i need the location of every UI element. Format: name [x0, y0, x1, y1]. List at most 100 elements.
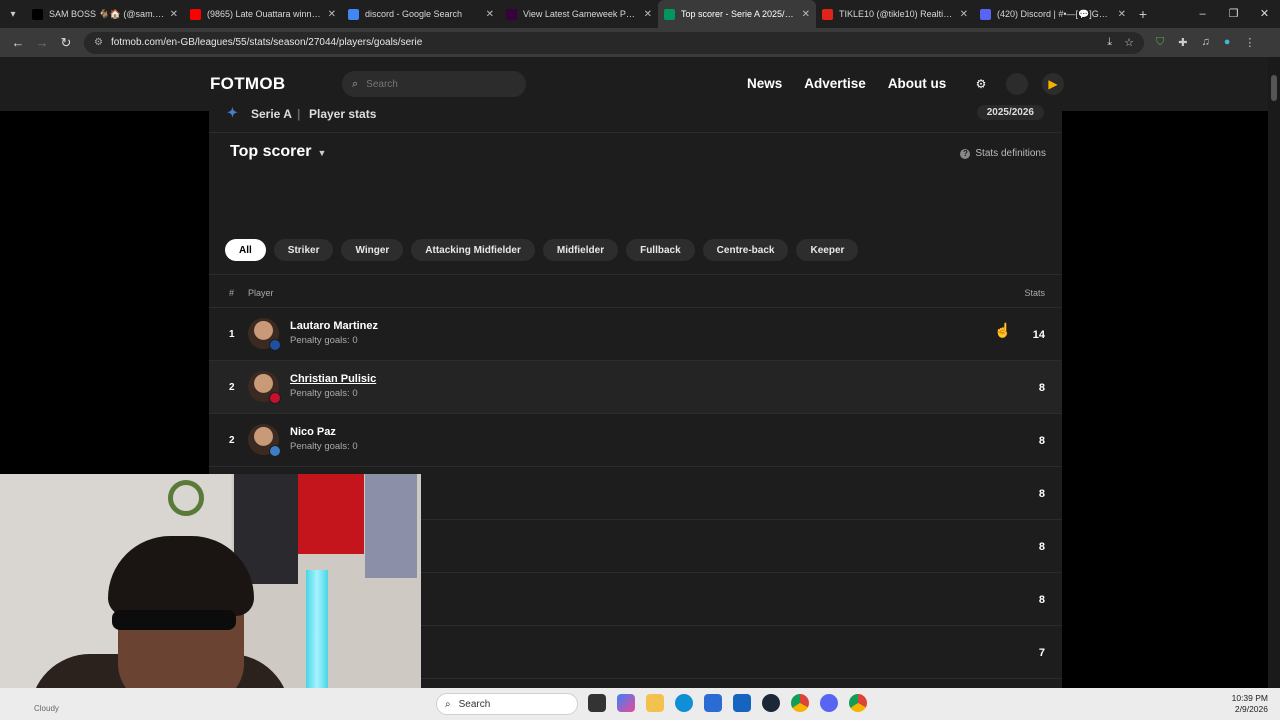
season-selector[interactable]: 2025/2026	[976, 105, 1044, 120]
nav-about-us[interactable]: About us	[888, 76, 947, 91]
system-clock[interactable]: 10:39 PM 2/9/2026	[1232, 693, 1268, 715]
tab-close-icon[interactable]: ✕	[1118, 9, 1126, 20]
browser-tab[interactable]: View Latest Gameweek Points ✕	[500, 0, 658, 28]
header-player: Player	[248, 288, 274, 298]
bookmark-star-icon[interactable]: ☆	[1124, 36, 1134, 49]
forward-icon[interactable]: →	[30, 31, 54, 55]
address-bar[interactable]: ⚙ fotmob.com/en-GB/leagues/55/stats/seas…	[84, 31, 1144, 54]
player-name-link[interactable]: Christian Pulisic	[290, 373, 376, 385]
file-explorer-icon[interactable]	[646, 694, 664, 712]
minimize-icon[interactable]: –	[1187, 0, 1218, 28]
url-text: fotmob.com/en-GB/leagues/55/stats/season…	[110, 37, 423, 48]
webcam-wreath	[168, 480, 204, 516]
steam-icon[interactable]	[762, 694, 780, 712]
page-scrollbar[interactable]	[1268, 57, 1280, 688]
tab-close-icon[interactable]: ✕	[486, 9, 494, 20]
browser-tab[interactable]: SAM BOSS 🐐🏠 (@sam.boss ✕	[26, 0, 184, 28]
tab-close-icon[interactable]: ✕	[644, 9, 652, 20]
site-info-icon[interactable]: ⚙	[94, 37, 103, 48]
apple-app-icon[interactable]	[1006, 73, 1028, 95]
site-header: FOTMOB ⌕ News Advertise About us ⚙ ▶	[0, 57, 1268, 111]
stat-value: 8	[1038, 435, 1045, 447]
fotmob-logo[interactable]: FOTMOB	[210, 74, 285, 94]
tab-close-icon[interactable]: ✕	[960, 9, 968, 20]
tab-favicon-icon	[506, 8, 517, 20]
filter-chip[interactable]: Midfielder	[542, 239, 619, 261]
nav-advertise[interactable]: Advertise	[804, 76, 866, 91]
discord-app-icon[interactable]	[820, 694, 838, 712]
header-stats: Stats	[1024, 288, 1045, 298]
site-search[interactable]: ⌕	[342, 71, 526, 97]
filter-chip[interactable]: All	[225, 239, 266, 261]
store-icon[interactable]	[704, 694, 722, 712]
player-name-link[interactable]: Nico Paz	[290, 426, 336, 438]
club-badge-icon	[269, 392, 281, 404]
chrome-icon[interactable]	[791, 694, 809, 712]
tab-favicon-icon	[190, 8, 201, 20]
google-play-icon[interactable]: ▶	[1042, 73, 1064, 95]
tab-close-icon[interactable]: ✕	[802, 9, 810, 20]
tab-title: (420) Discord | #•—[💬]GENE	[997, 8, 1114, 19]
browser-menu-icon[interactable]: ⋮	[1244, 36, 1255, 49]
nav-news[interactable]: News	[747, 76, 782, 91]
taskbar-search-icon: ⌕	[445, 698, 451, 710]
tab-favicon-icon	[822, 8, 833, 20]
browser-tab[interactable]: (420) Discord | #•—[💬]GENE ✕	[974, 0, 1132, 28]
weather-label[interactable]: Cloudy	[34, 704, 59, 713]
tab-list: SAM BOSS 🐐🏠 (@sam.boss ✕ (9865) Late Ouatt…	[26, 0, 1132, 28]
scrollbar-thumb[interactable]	[1271, 75, 1277, 101]
filter-chip[interactable]: Attacking Midfielder	[411, 239, 535, 261]
window-controls: – ❐ ✕	[1187, 0, 1280, 28]
browser-tab[interactable]: (9865) Late Ouattara winner fo ✕	[184, 0, 342, 28]
breadcrumb-separator: |	[297, 107, 301, 121]
close-window-icon[interactable]: ✕	[1249, 0, 1280, 28]
player-name-link[interactable]: Lautaro Martinez	[290, 320, 378, 332]
outlook-icon[interactable]	[733, 694, 751, 712]
position-filters: All Striker Winger Attacking Midfielder Midf…	[225, 239, 859, 261]
table-row[interactable]: 1 Lautaro Martinez Penalty goals: 0 14	[209, 307, 1062, 360]
tab-close-icon[interactable]: ✕	[328, 9, 336, 20]
browser-tab[interactable]: discord - Google Search ✕	[342, 0, 500, 28]
mouse-cursor-icon: ☝	[994, 322, 1012, 338]
header-rank: #	[229, 288, 235, 298]
filter-chip[interactable]: Fullback	[626, 239, 695, 261]
new-tab-button[interactable]: +	[1132, 6, 1154, 22]
install-app-icon[interactable]: ⤓	[1107, 36, 1112, 49]
table-row[interactable]: 2 Christian Pulisic Penalty goals: 0 8	[209, 360, 1062, 413]
penalty-goals: Penalty goals: 0	[290, 441, 358, 452]
tab-title: View Latest Gameweek Points	[523, 9, 640, 19]
table-header: # Player Stats	[209, 274, 1062, 307]
settings-gear-icon[interactable]: ⚙	[970, 73, 992, 95]
copilot-icon[interactable]	[617, 694, 635, 712]
breadcrumb-league[interactable]: Serie A	[251, 107, 292, 121]
taskbar-search[interactable]: ⌕ Search	[436, 693, 578, 715]
top-navigation: News Advertise About us	[747, 76, 968, 91]
tab-close-icon[interactable]: ✕	[170, 9, 178, 20]
reload-icon[interactable]: ↻	[54, 31, 78, 55]
club-badge-icon	[269, 339, 281, 351]
media-controls-icon[interactable]: ♫	[1201, 36, 1209, 49]
back-icon[interactable]: ←	[6, 31, 30, 55]
penalty-goals: Penalty goals: 0	[290, 388, 358, 399]
stats-definitions-link[interactable]: ? Stats definitions	[960, 148, 1046, 159]
task-view-icon[interactable]	[588, 694, 606, 712]
filter-chip[interactable]: Centre-back	[702, 239, 789, 261]
chrome-alt-icon[interactable]	[849, 694, 867, 712]
filter-chip[interactable]: Striker	[273, 239, 334, 261]
extensions-puzzle-icon[interactable]: ✚	[1178, 36, 1187, 49]
edge-icon[interactable]	[675, 694, 693, 712]
shield-extension-icon[interactable]: ⛉	[1156, 36, 1164, 49]
stat-type-dropdown[interactable]: Top scorer ▼	[230, 143, 326, 161]
restore-icon[interactable]: ❐	[1218, 0, 1249, 28]
search-input[interactable]	[366, 78, 507, 90]
profile-avatar[interactable]: ●	[1224, 36, 1231, 49]
tab-search-dropdown-icon[interactable]: ▾	[0, 0, 26, 28]
stat-value: 7	[1038, 647, 1045, 659]
browser-tab-strip: ▾ SAM BOSS 🐐🏠 (@sam.boss ✕ (9865) Late Oua…	[0, 0, 1280, 28]
tab-favicon-icon	[664, 8, 675, 20]
browser-tab[interactable]: TIKLE10 (@tikle10) Realtime Ki ✕	[816, 0, 974, 28]
filter-chip[interactable]: Winger	[341, 239, 404, 261]
browser-tab[interactable]: Top scorer - Serie A 2025/2026 ✕	[658, 0, 816, 28]
table-row[interactable]: 2 Nico Paz Penalty goals: 0 8	[209, 413, 1062, 466]
filter-chip[interactable]: Keeper	[796, 239, 859, 261]
